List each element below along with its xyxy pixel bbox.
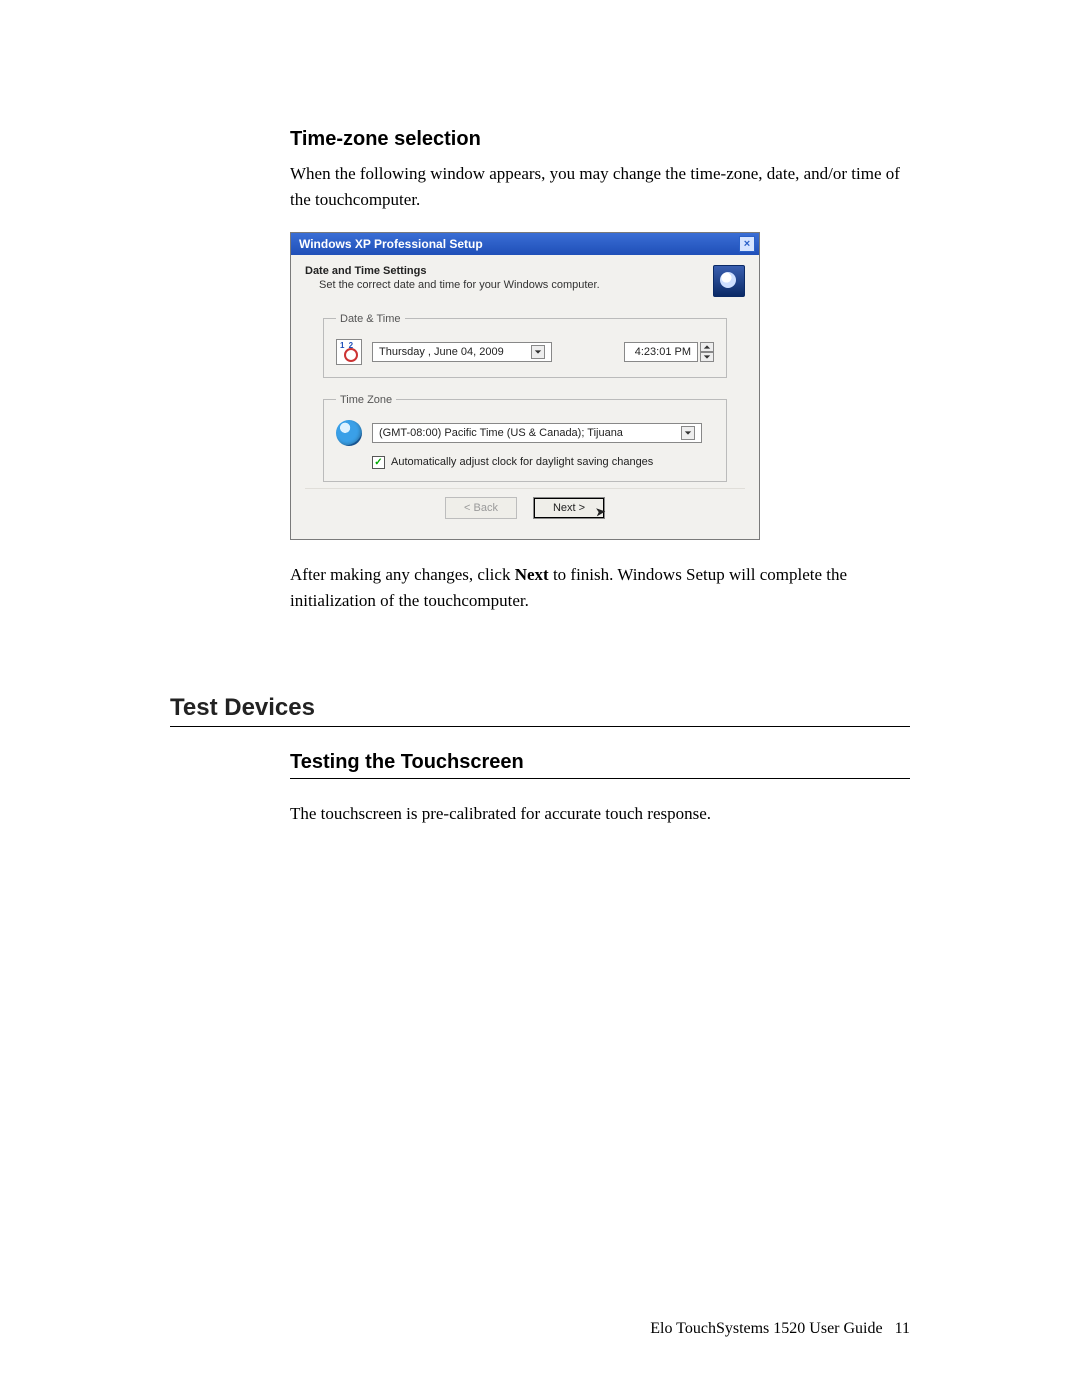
windows-logo-icon bbox=[713, 265, 745, 297]
dialog-title: Windows XP Professional Setup bbox=[299, 237, 483, 251]
close-icon[interactable]: × bbox=[739, 236, 755, 252]
winxp-setup-dialog: Windows XP Professional Setup × Date and… bbox=[290, 232, 760, 540]
heading-timezone: Time-zone selection bbox=[290, 128, 910, 151]
legend-time-zone: Time Zone bbox=[336, 394, 396, 406]
timezone-select[interactable]: (GMT-08:00) Pacific Time (US & Canada); … bbox=[372, 423, 702, 443]
text-span: After making any changes, click bbox=[290, 565, 515, 584]
cursor-icon: ➤ bbox=[594, 503, 606, 520]
checkbox-icon[interactable]: ✓ bbox=[372, 456, 385, 469]
next-button[interactable]: Next > ➤ bbox=[533, 497, 605, 519]
time-spinner[interactable] bbox=[700, 342, 714, 362]
bold-next: Next bbox=[515, 565, 549, 584]
heading-test-devices: Test Devices bbox=[170, 694, 910, 727]
next-button-label: Next > bbox=[553, 502, 585, 514]
legend-date-time: Date & Time bbox=[336, 313, 405, 325]
heading-testing-touchscreen: Testing the Touchscreen bbox=[290, 751, 910, 779]
group-time-zone: Time Zone (GMT-08:00) Pacific Time (US &… bbox=[323, 394, 727, 482]
date-picker[interactable]: Thursday , June 04, 2009 bbox=[372, 342, 552, 362]
group-date-time: Date & Time Thursday , June 04, 2009 4:2… bbox=[323, 313, 727, 378]
chevron-down-icon[interactable] bbox=[681, 426, 695, 440]
footer-page-number: 11 bbox=[895, 1320, 910, 1337]
dialog-subheading: Set the correct date and time for your W… bbox=[319, 279, 600, 291]
dst-checkbox-row[interactable]: ✓ Automatically adjust clock for dayligh… bbox=[372, 456, 714, 469]
time-value: 4:23:01 PM bbox=[635, 346, 691, 358]
intro-paragraph: When the following window appears, you m… bbox=[290, 161, 910, 214]
dialog-heading: Date and Time Settings bbox=[305, 265, 600, 277]
date-value: Thursday , June 04, 2009 bbox=[379, 346, 504, 358]
after-paragraph: After making any changes, click Next to … bbox=[290, 562, 910, 615]
chevron-down-icon[interactable] bbox=[531, 345, 545, 359]
touchscreen-paragraph: The touchscreen is pre-calibrated for ac… bbox=[290, 801, 910, 827]
dialog-titlebar: Windows XP Professional Setup × bbox=[291, 233, 759, 255]
dst-label: Automatically adjust clock for daylight … bbox=[391, 456, 653, 468]
timezone-value: (GMT-08:00) Pacific Time (US & Canada); … bbox=[379, 427, 623, 439]
globe-icon bbox=[336, 420, 362, 446]
time-field[interactable]: 4:23:01 PM bbox=[624, 342, 698, 362]
calendar-icon bbox=[336, 339, 362, 365]
page-footer: Elo TouchSystems 1520 User Guide 11 bbox=[650, 1320, 910, 1338]
footer-product: Elo TouchSystems 1520 User Guide bbox=[650, 1320, 882, 1337]
back-button: < Back bbox=[445, 497, 517, 519]
chevron-up-icon[interactable] bbox=[700, 342, 714, 352]
chevron-down-icon[interactable] bbox=[700, 352, 714, 362]
